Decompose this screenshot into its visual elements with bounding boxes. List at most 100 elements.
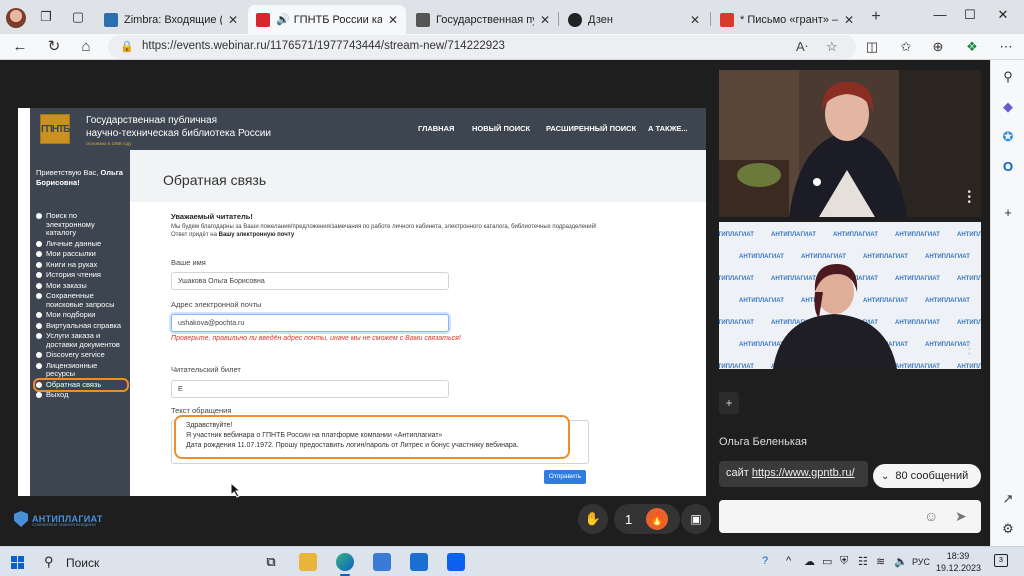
speaker-video-1[interactable]: • • • (719, 70, 981, 217)
favorites-icon[interactable]: ✩ (896, 37, 916, 57)
add-participant-button[interactable]: + (719, 392, 739, 414)
edge-browser-icon[interactable] (336, 553, 354, 571)
url-text[interactable]: https://events.webinar.ru/1176571/197774… (142, 40, 505, 52)
nav-new-search[interactable]: НОВЫЙ ПОИСК (472, 124, 530, 133)
sidebar-item-licensed-resources[interactable]: Лицензионные ресурсы (36, 361, 126, 379)
home-icon[interactable]: ⌂ (76, 37, 96, 57)
email-input[interactable]: ushakova@pochta.ru (171, 314, 449, 332)
network-icon[interactable]: ☷ (858, 555, 868, 568)
mail-favicon-icon (720, 12, 734, 27)
messages-count-button[interactable]: ⌄ 80 сообщений (873, 464, 981, 488)
new-tab-icon[interactable]: + (868, 9, 884, 25)
language-indicator[interactable]: РУС (912, 557, 930, 567)
profile-avatar[interactable] (6, 8, 26, 28)
task-view-icon[interactable]: ⧉ (262, 553, 280, 571)
sidebar-item-feedback[interactable]: Обратная связь (33, 377, 129, 392)
taskbar-search[interactable]: Поиск (66, 556, 99, 570)
onedrive-icon[interactable]: ☁ (804, 555, 815, 568)
send-button[interactable]: Отправить (544, 470, 586, 484)
close-tab-icon[interactable]: ✕ (844, 13, 854, 27)
sidebar-item-personal-data[interactable]: Личные данные (36, 239, 126, 249)
close-tab-icon[interactable]: ✕ (690, 13, 700, 27)
sidebar-item-collections[interactable]: Мои подборки (36, 310, 126, 320)
back-icon[interactable]: ← (10, 37, 30, 57)
tab-library[interactable]: Государственная публич ✕ (408, 5, 558, 34)
add-sidebar-icon[interactable]: + (999, 204, 1017, 222)
minimize-icon[interactable]: — (925, 5, 955, 25)
chat-message-link[interactable]: https://www.gpntb.ru/ (752, 467, 855, 479)
sidebar-item-subscriptions[interactable]: Мои рассылки (36, 249, 126, 259)
mail-icon[interactable] (410, 553, 428, 571)
tray-chevron-up-icon[interactable]: ^ (786, 555, 791, 567)
sidebar-item-reading-history[interactable]: История чтения (36, 270, 126, 280)
microsoft-store-icon[interactable] (373, 553, 391, 571)
tab-mail[interactable]: * Письмо «грант» — Mih ✕ (712, 5, 862, 34)
speaker-video-2[interactable]: АНТИПЛАГИАТ АНТИПЛАГИАТ АНТИПЛАГИАТ АНТИПЛА… (719, 222, 981, 369)
nav-more[interactable]: А ТАКЖЕ... (648, 124, 688, 133)
close-window-icon[interactable]: ✕ (988, 5, 1018, 25)
close-tab-icon[interactable]: ✕ (540, 13, 550, 27)
email-label: Адрес электронной почты (171, 300, 262, 309)
refresh-icon[interactable]: ↻ (44, 37, 64, 57)
video-menu-icon[interactable]: • • • (967, 340, 971, 360)
display-icon[interactable]: ▭ (822, 555, 832, 568)
message-textarea[interactable]: Здравствуйте! Я участник вебинара о ГПНТ… (171, 415, 589, 464)
wifi-icon[interactable]: ≋ (876, 555, 885, 568)
gpntb-logo[interactable]: ГПНТБ (40, 114, 70, 144)
backdrop-logo: АНТИПЛАГИАТ (801, 254, 846, 260)
reader-ticket-input[interactable]: Е (171, 380, 449, 398)
system-clock[interactable]: 18:39 19.12.2023 (936, 550, 981, 574)
lock-icon[interactable]: 🔒 (120, 40, 134, 53)
volume-icon[interactable]: 🔈 (894, 555, 908, 568)
close-tab-icon[interactable]: ✕ (228, 13, 238, 27)
shopping-tag-icon[interactable]: ◆ (999, 98, 1017, 116)
favorite-star-icon[interactable]: ☆ (826, 39, 838, 55)
name-label: Ваше имя (171, 258, 206, 267)
windows-start-icon[interactable] (11, 556, 24, 569)
outlook-icon[interactable]: O (999, 158, 1017, 176)
split-screen-icon[interactable]: ◫ (862, 37, 882, 57)
games-icon[interactable]: ✪ (999, 128, 1017, 146)
sidebar-item-catalog-search[interactable]: Поиск по электронному каталогу (36, 211, 126, 238)
collections-icon[interactable]: ⊕ (928, 37, 948, 57)
workspaces-icon[interactable]: ❐ (38, 9, 54, 25)
url-field[interactable]: 🔒 https://events.webinar.ru/1176571/1977… (108, 35, 856, 59)
extension-icon[interactable]: ❖ (962, 37, 982, 57)
sidebar-item-logout[interactable]: Выход (36, 390, 126, 400)
tab-zimbra[interactable]: Zimbra: Входящие (2) ✕ (96, 5, 246, 34)
dropbox-icon[interactable] (447, 553, 465, 571)
maximize-icon[interactable]: ☐ (955, 5, 985, 25)
send-icon[interactable]: ➤ (955, 508, 967, 525)
search-icon[interactable]: ⚲ (999, 68, 1017, 86)
sidebar-item-saved-queries[interactable]: Сохраненные поисковые запросы (36, 291, 126, 309)
nav-home[interactable]: ГЛАВНАЯ (418, 124, 454, 133)
nav-advanced-search[interactable]: РАСШИРЕННЫЙ ПОИСК (546, 124, 636, 133)
emoji-icon[interactable]: ☺ (924, 508, 938, 524)
raise-hand-button[interactable]: ✋ (578, 504, 608, 534)
sidebar-item-discovery[interactable]: Discovery service (36, 350, 126, 360)
file-explorer-icon[interactable] (299, 553, 317, 571)
webinar-favicon-icon (256, 12, 270, 27)
speaker-icon[interactable]: 🔊 (276, 13, 290, 26)
close-tab-icon[interactable]: ✕ (388, 13, 398, 27)
name-input[interactable]: Ушакова Ольга Борисовна (171, 272, 449, 290)
tab-gpntb-active[interactable]: 🔊 ГПНТБ России как то ✕ (248, 5, 406, 34)
tab-actions-icon[interactable]: ▢ (70, 9, 86, 25)
sidebar-item-orders[interactable]: Мои заказы (36, 281, 126, 291)
sidebar-item-books-on-hand[interactable]: Книги на руках (36, 260, 126, 270)
more-menu-icon[interactable]: ⋯ (996, 37, 1016, 57)
layout-toggle-button[interactable]: ▣ (681, 504, 711, 534)
settings-gear-icon[interactable]: ⚙ (999, 520, 1017, 538)
open-external-icon[interactable]: ↗ (999, 490, 1017, 508)
chat-input[interactable]: ☺ ➤ (719, 500, 981, 533)
security-icon[interactable]: ⛨ (840, 555, 848, 568)
notifications-icon[interactable]: 3 (994, 554, 1008, 567)
video-menu-icon[interactable]: • • • (967, 188, 971, 208)
reactions-button[interactable]: 1 🔥 (614, 504, 680, 534)
help-icon[interactable]: ? (762, 555, 768, 567)
sidebar-item-document-delivery[interactable]: Услуги заказа и доставки документов (36, 331, 126, 349)
search-icon[interactable]: ⚲ (44, 554, 54, 570)
read-aloud-icon[interactable]: Aᐧ (796, 39, 808, 55)
sidebar-item-virtual-help[interactable]: Виртуальная справка (36, 321, 126, 331)
tab-dzen[interactable]: Дзен ✕ (560, 5, 708, 34)
